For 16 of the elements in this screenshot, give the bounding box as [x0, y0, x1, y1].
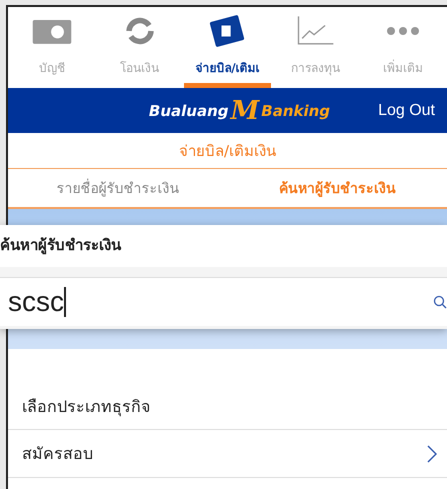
more-icon	[387, 27, 420, 35]
nav-tab[interactable]: การลงทุน	[271, 7, 360, 88]
search-field[interactable]: scsc	[0, 277, 447, 326]
nav-tab[interactable]: โอนเงิน	[96, 7, 184, 88]
logout-button[interactable]: Log Out	[378, 102, 435, 120]
chevron-right-icon	[427, 444, 437, 462]
list-item[interactable]: สมัครสอบ	[8, 430, 447, 478]
search-icon	[433, 295, 447, 309]
page-title: จ่ายบิล/เติมเงิน	[8, 133, 447, 169]
sub-tab[interactable]: ค้นหาผู้รับชำระเงิน	[228, 169, 447, 207]
bank-logo: BualuangMBanking	[148, 96, 330, 126]
callout-title: ค้นหาผู้รับชำระเงิน	[0, 225, 447, 267]
nav-tab[interactable]: เพิ่มเติม	[359, 7, 447, 88]
nav-tab[interactable]: บัญชี	[8, 7, 96, 88]
section-heading: เลือกประเภทธุรกิจ	[8, 394, 447, 430]
sub-tab[interactable]: รายชื่อผู้รับชำระเงิน	[8, 169, 228, 207]
